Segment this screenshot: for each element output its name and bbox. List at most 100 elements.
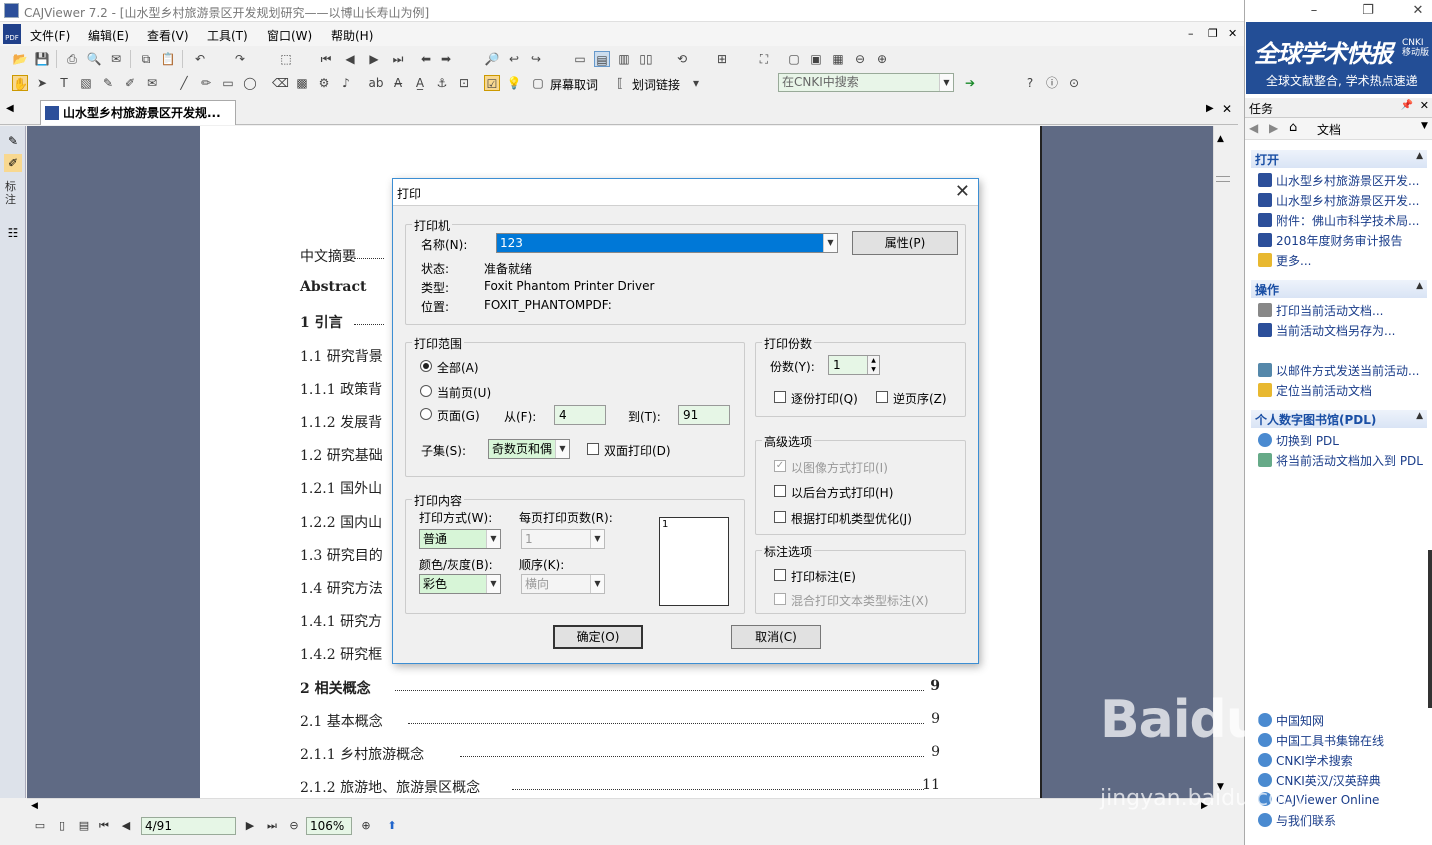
fit-width-icon[interactable]: ▦ [830,51,846,67]
underline-icon[interactable]: A̲ [412,75,428,91]
maximize-icon[interactable]: ❐ [1357,2,1379,20]
section-pdl-header[interactable]: 个人数字图书馆(PDL) ▲ [1251,410,1427,428]
duplex-label[interactable]: 双面打印(D) [604,442,671,459]
recent-doc-1[interactable]: 山水型乡村旅游景区开发... [1258,172,1419,189]
optimize-label[interactable]: 根据打印机类型优化(J) [791,510,912,527]
two-page-icon[interactable]: ▯▯ [638,51,654,67]
select-icon[interactable]: ⬚ [278,51,294,67]
link-contact[interactable]: 与我们联系 [1258,812,1336,829]
range-pages-radio[interactable] [420,408,432,420]
text-highlight-icon[interactable]: ab [368,75,384,91]
back-icon[interactable]: ⬅ [418,51,434,67]
text-select-icon[interactable]: T [56,75,72,91]
page-number-input[interactable]: 4/91 [141,817,236,835]
rotate-icon[interactable]: ⟲ [674,51,690,67]
prev-page-icon[interactable]: ◀ [342,51,358,67]
screen-word-label[interactable]: 屏幕取词 [550,76,598,93]
cnki-banner[interactable]: 全球学术快报 CNKI 移动版 全球文献整合, 学术热点速递 [1246,22,1432,94]
collapse-icon[interactable]: ▲ [1416,411,1423,421]
save-icon[interactable]: 💾 [34,51,50,67]
hint-icon[interactable]: 💡 [506,75,522,91]
undo-icon[interactable]: ↶ [192,51,208,67]
save-as-link[interactable]: 当前活动文档另存为... [1258,322,1395,339]
print-icon[interactable]: ⎙ [64,51,80,67]
annotation-mode-icon[interactable]: ☑ [484,75,500,91]
annotation-tab-label[interactable]: 标注 [5,180,21,206]
ok-button[interactable]: 确定(O) [553,625,643,649]
document-tab[interactable]: 山水型乡村旅游景区开发规... [40,100,236,125]
copy-icon[interactable]: ⧉ [138,51,154,67]
scroll-left-icon[interactable]: ◀ [31,801,38,811]
anchor-icon[interactable]: ⚓ [434,75,450,91]
more-docs-link[interactable]: 更多... [1258,252,1311,269]
section-ops-header[interactable]: 操作 ▲ [1251,280,1427,298]
actual-size-icon[interactable]: ▢ [786,51,802,67]
chevron-down-icon[interactable]: ▼ [1421,121,1428,131]
cancel-button[interactable]: 取消(C) [731,625,821,649]
first-page-icon[interactable]: ⏮ [318,51,334,67]
word-link-icon[interactable]: ⟦ [612,75,628,91]
background-print-checkbox[interactable] [774,485,786,497]
panel-close-icon[interactable]: ✕ [1420,99,1429,112]
menu-file[interactable]: 文件(F) [30,27,70,44]
collapse-icon[interactable]: ▲ [1416,281,1423,291]
subset-select[interactable]: 奇数页和偶 ▼ [488,439,570,459]
copies-input[interactable]: 1 ▲ ▼ [828,355,880,375]
hand-tool-icon[interactable]: ✋ [12,75,28,91]
range-all-label[interactable]: 全部(A) [437,359,479,376]
tab-close-icon[interactable]: ✕ [1222,102,1232,116]
range-all-radio[interactable] [420,360,432,372]
background-print-label[interactable]: 以后台方式打印(H) [791,484,893,501]
print-mode-select[interactable]: 普通 ▼ [419,529,501,549]
printer-name-select[interactable]: 123 ▼ [496,233,838,253]
zoom-in-icon[interactable]: ⊕ [359,819,373,833]
order-select[interactable]: 横向 ▼ [521,574,605,594]
toc-line[interactable]: 2.1.1 乡村旅游概念 9 [300,744,940,764]
word-link-dropdown-icon[interactable]: ▾ [688,75,704,91]
mdi-close-icon[interactable]: ✕ [1228,27,1237,40]
mdi-minimize-icon[interactable]: – [1188,27,1194,40]
zoom-input[interactable]: 106% [306,817,352,835]
info-icon[interactable]: ⓘ [1044,75,1060,91]
tab-scroll-right-icon[interactable]: ▶ [1206,103,1214,114]
last-page-icon[interactable]: ⏭ [390,51,406,67]
dialog-close-icon[interactable]: ✕ [955,181,970,202]
chevron-down-icon[interactable]: ▼ [823,234,837,252]
menu-tools[interactable]: 工具(T) [207,27,248,44]
section-open-header[interactable]: 打开 ▲ [1251,150,1427,168]
annotation-panel-icon[interactable]: ✎ [4,132,22,150]
collapse-icon[interactable]: ▲ [1416,151,1423,161]
chevron-down-icon[interactable]: ▼ [555,440,569,458]
color-select[interactable]: 彩色 ▼ [419,574,501,594]
chevron-down-icon[interactable]: ▼ [590,575,604,593]
find-icon[interactable]: 🔎 [484,51,500,67]
nav-dropdown-label[interactable]: 文档 [1317,121,1341,138]
link-cnki[interactable]: 中国知网 [1258,712,1324,729]
add-to-pdl-link[interactable]: 将当前活动文档加入到 PDL [1258,452,1423,469]
strikeout-icon[interactable]: A̶ [390,75,406,91]
continuous-view-icon[interactable]: ▤ [77,819,91,833]
screen-word-icon[interactable]: ▢ [530,75,546,91]
pin-icon[interactable]: 📌 [1401,100,1413,111]
tab-scroll-left-icon[interactable]: ◀ [6,103,14,114]
eraser-icon[interactable]: ⌫ [272,75,289,91]
print-active-link[interactable]: 打印当前活动文档... [1258,302,1383,319]
fullscreen-icon[interactable]: ⛶ [756,51,772,67]
mdi-restore-icon[interactable]: ❐ [1208,27,1218,40]
first-page-icon[interactable]: ⏮ [97,819,111,833]
menu-help[interactable]: 帮助(H) [331,27,373,44]
scroll-thumb[interactable] [1216,176,1230,182]
nav-back-icon[interactable]: ◀ [1249,121,1258,135]
zoom-out-icon[interactable]: ⊖ [287,819,301,833]
chevron-down-icon[interactable]: ▼ [486,530,500,548]
ocr-icon[interactable]: ✎ [100,75,116,91]
from-page-input[interactable]: 4 [554,405,606,425]
mail-icon[interactable]: ✉ [108,51,124,67]
next-page-icon[interactable]: ▶ [366,51,382,67]
collate-checkbox[interactable] [774,391,786,403]
scroll-up-icon[interactable]: ▲ [1217,134,1224,144]
toc-line[interactable]: 2.1.2 旅游地、旅游景区概念 11 [300,777,940,797]
collate-label[interactable]: 逐份打印(Q) [791,390,858,407]
link-reference-books[interactable]: 中国工具书集锦在线 [1258,732,1384,749]
recent-doc-3[interactable]: 附件：佛山市科学技术局... [1258,212,1419,229]
